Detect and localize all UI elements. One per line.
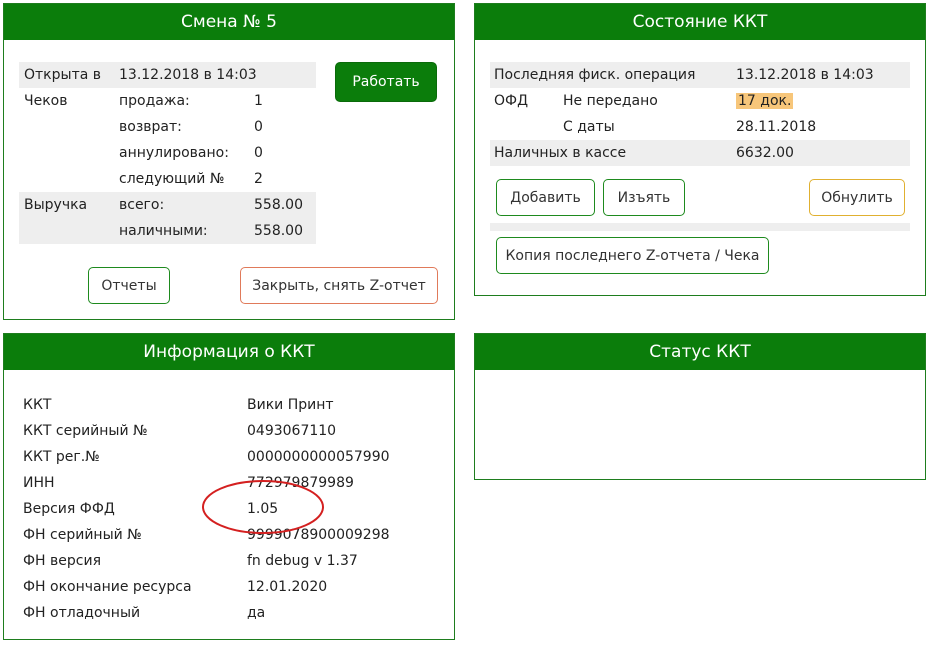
work-button[interactable]: Работать [335, 62, 437, 102]
shift-panel-title: Смена № 5 [4, 4, 454, 40]
next-row: следующий № 2 [19, 166, 316, 192]
copy-last-report-button[interactable]: Копия последнего Z-отчета / Чека [496, 237, 769, 274]
total-label: всего: [119, 197, 165, 213]
not-sent-label: Не передано [563, 93, 658, 109]
revenue-cash-row: наличными: 558.00 [19, 218, 316, 244]
kkt-status-panel: Статус ККТ [474, 333, 926, 480]
return-row: возврат: 0 [19, 114, 316, 140]
info-label: ККТ серийный № [23, 423, 148, 439]
info-label: ФН серийный № [23, 527, 142, 543]
annotation-circle [202, 480, 324, 534]
canceled-value: 0 [254, 145, 263, 161]
last-op-label: Последняя фиск. операция [494, 67, 696, 83]
shift-panel: Смена № 5 Открыта в 13.12.2018 в 14:03 Ч… [3, 3, 455, 320]
revenue-label: Выручка [24, 197, 88, 213]
kkt-status-title: Статус ККТ [475, 334, 925, 370]
cash-in-till-label: Наличных в кассе [494, 145, 627, 161]
ofd-row: ОФД Не передано 17 док. [490, 88, 910, 114]
divider [490, 223, 910, 231]
opened-value: 13.12.2018 в 14:03 [119, 67, 257, 83]
since-row: С даты 28.11.2018 [490, 114, 910, 140]
info-label: ФН версия [23, 553, 101, 569]
canceled-row: аннулировано: 0 [19, 140, 316, 166]
info-value: fn debug v 1.37 [247, 553, 358, 569]
since-label: С даты [563, 119, 615, 135]
last-op-row: Последняя фиск. операция 13.12.2018 в 14… [490, 62, 910, 88]
info-value: 12.01.2020 [247, 579, 328, 595]
info-label: ФН окончание ресурса [23, 579, 192, 595]
kkt-state-panel: Состояние ККТ Последняя фиск. операция 1… [474, 3, 926, 296]
not-sent-value: 17 док. [736, 88, 794, 114]
checks-label: Чеков [24, 93, 68, 109]
sale-value: 1 [254, 93, 263, 109]
ofd-label: ОФД [494, 93, 529, 109]
next-label: следующий № [119, 171, 225, 187]
opened-row: Открыта в 13.12.2018 в 14:03 [19, 62, 316, 88]
info-label: ККТ рег.№ [23, 449, 100, 465]
info-value: да [247, 605, 266, 621]
info-label: ККТ [23, 397, 52, 413]
last-op-value: 13.12.2018 в 14:03 [736, 67, 874, 83]
kkt-state-title: Состояние ККТ [475, 4, 925, 40]
cash-label: наличными: [119, 223, 208, 239]
info-value: Вики Принт [247, 397, 334, 413]
reset-cash-button[interactable]: Обнулить [809, 179, 905, 216]
info-label: ФН отладочный [23, 605, 141, 621]
total-value: 558.00 [254, 197, 303, 213]
checks-sale-row: Чеков продажа: 1 [19, 88, 316, 114]
cash-in-till-row: Наличных в кассе 6632.00 [490, 140, 910, 166]
close-shift-button[interactable]: Закрыть, снять Z-отчет [240, 267, 438, 304]
cash-in-till-value: 6632.00 [736, 145, 794, 161]
kkt-info-title: Информация о ККТ [4, 334, 454, 370]
return-label: возврат: [119, 119, 182, 135]
revenue-total-row: Выручка всего: 558.00 [19, 192, 316, 218]
canceled-label: аннулировано: [119, 145, 229, 161]
opened-label: Открыта в [24, 67, 102, 83]
return-value: 0 [254, 119, 263, 135]
info-value: 0000000000057990 [247, 449, 390, 465]
info-label: ИНН [23, 475, 55, 491]
sale-label: продажа: [119, 93, 190, 109]
next-value: 2 [254, 171, 263, 187]
reports-button[interactable]: Отчеты [88, 267, 170, 304]
info-label: Версия ФФД [23, 501, 115, 517]
info-value: 0493067110 [247, 423, 337, 439]
withdraw-cash-button[interactable]: Изъять [603, 179, 685, 216]
add-cash-button[interactable]: Добавить [496, 179, 595, 216]
since-value: 28.11.2018 [736, 119, 817, 135]
cash-value: 558.00 [254, 223, 303, 239]
not-sent-badge: 17 док. [736, 93, 794, 109]
